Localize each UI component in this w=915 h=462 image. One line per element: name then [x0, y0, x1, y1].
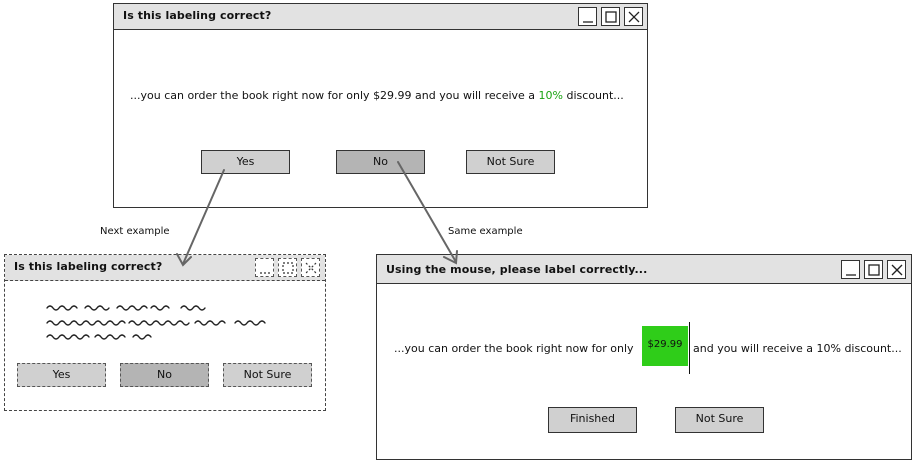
flow-arrows [176, 161, 458, 267]
yes-to-next-arrow [182, 169, 225, 265]
no-to-same-arrow [397, 161, 457, 263]
